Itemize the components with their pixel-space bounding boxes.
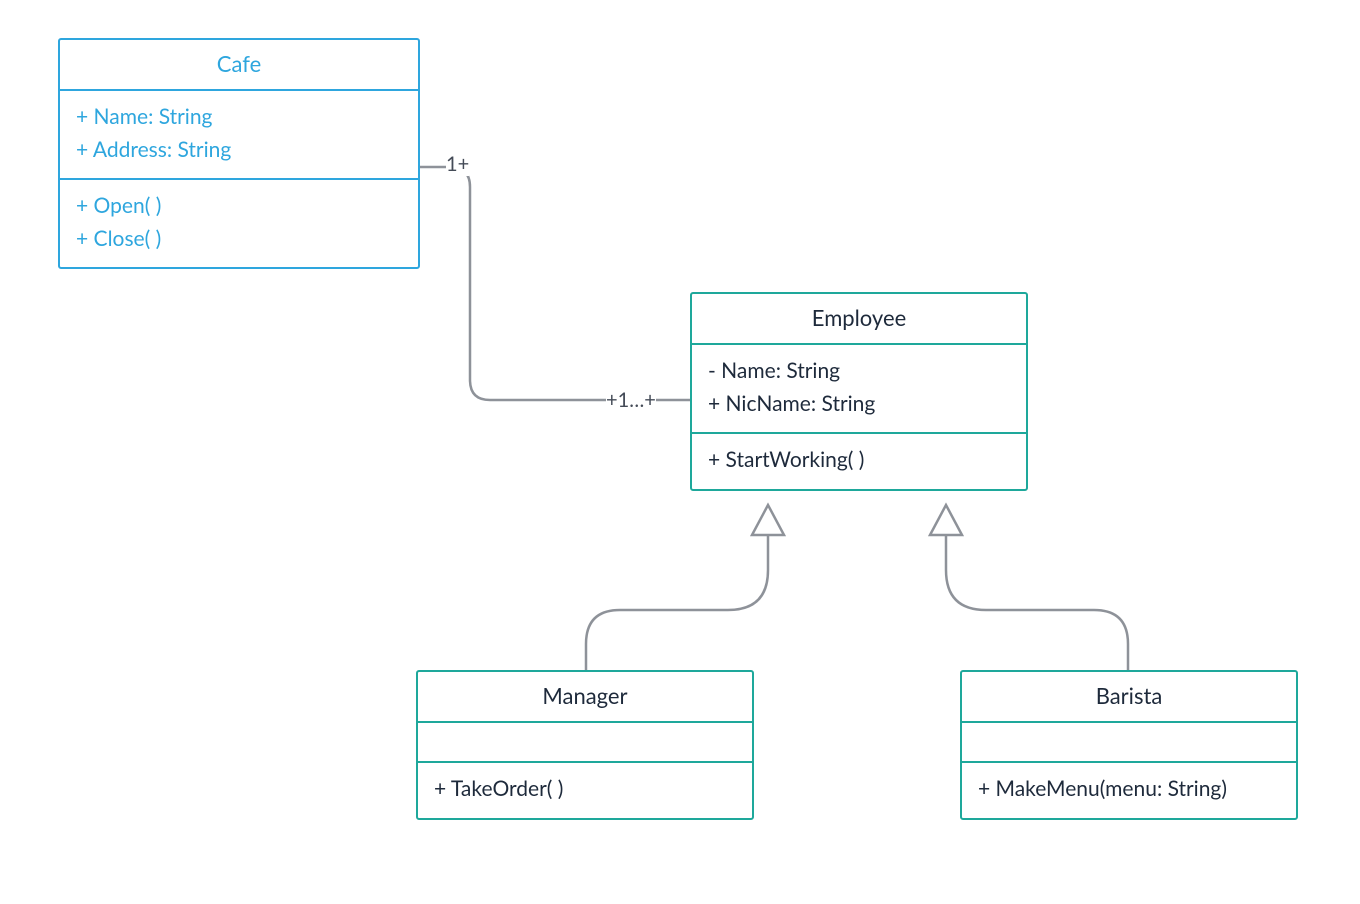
class-operations: + MakeMenu(menu: String) xyxy=(962,763,1296,818)
class-barista[interactable]: Barista + MakeMenu(menu: String) xyxy=(960,670,1298,820)
operation: + StartWorking( ) xyxy=(708,444,1010,477)
class-attributes xyxy=(418,723,752,763)
attribute: + Name: String xyxy=(76,101,402,134)
operation: + Open( ) xyxy=(76,190,402,223)
operation: + TakeOrder( ) xyxy=(434,773,736,806)
gen-barista-employee xyxy=(946,535,1128,670)
class-operations: + TakeOrder( ) xyxy=(418,763,752,818)
attribute: - Name: String xyxy=(708,355,1010,388)
class-operations: + Open( ) + Close( ) xyxy=(60,180,418,267)
class-employee[interactable]: Employee - Name: String + NicName: Strin… xyxy=(690,292,1028,491)
gen-manager-employee xyxy=(586,535,768,670)
class-attributes xyxy=(962,723,1296,763)
operation: + Close( ) xyxy=(76,223,402,256)
attribute: + Address: String xyxy=(76,134,402,167)
attribute: + NicName: String xyxy=(708,388,1010,421)
gen-arrow-left xyxy=(752,505,784,535)
class-operations: + StartWorking( ) xyxy=(692,434,1026,489)
gen-arrow-right xyxy=(930,505,962,535)
class-title: Employee xyxy=(692,294,1026,345)
class-attributes: + Name: String + Address: String xyxy=(60,91,418,180)
assoc-cafe-employee xyxy=(420,167,690,400)
class-manager[interactable]: Manager + TakeOrder( ) xyxy=(416,670,754,820)
class-title: Manager xyxy=(418,672,752,723)
class-cafe[interactable]: Cafe + Name: String + Address: String + … xyxy=(58,38,420,269)
class-title: Barista xyxy=(962,672,1296,723)
class-attributes: - Name: String + NicName: String xyxy=(692,345,1026,434)
class-title: Cafe xyxy=(60,40,418,91)
operation: + MakeMenu(menu: String) xyxy=(978,773,1280,806)
multiplicity-employee-side: +1…+ xyxy=(606,388,656,412)
multiplicity-cafe-side: 1+ xyxy=(446,152,469,176)
